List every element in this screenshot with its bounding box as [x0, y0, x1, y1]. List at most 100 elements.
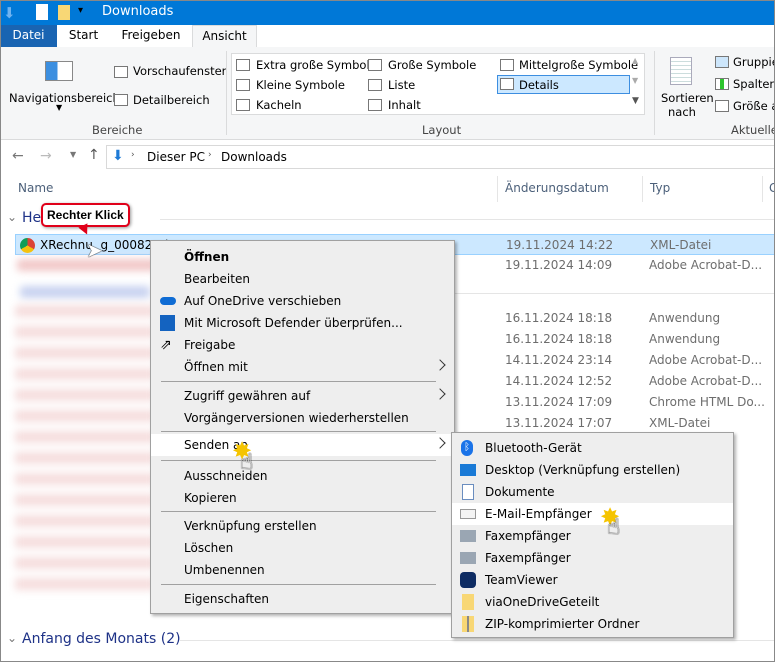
downloads-icon: ⬇: [112, 148, 124, 164]
layout-gallery: Extra große Symbole Große Symbole Mittel…: [231, 53, 645, 115]
gallery-scroll-up-icon[interactable]: ▲: [632, 56, 638, 65]
recent-dropdown-icon[interactable]: ▼: [70, 150, 76, 159]
send-to-documents[interactable]: Dokumente: [452, 481, 733, 503]
column-date[interactable]: Änderungsdatum: [505, 181, 609, 195]
quick-access-arrow-icon[interactable]: ⬇: [3, 4, 16, 22]
tab-freigeben[interactable]: Freigeben: [110, 25, 192, 47]
divider: [497, 176, 498, 202]
tab-start[interactable]: Start: [57, 25, 110, 47]
file-date: 13.11.2024 17:07: [505, 416, 613, 430]
tab-ansicht[interactable]: Ansicht: [192, 25, 257, 47]
menu-delete[interactable]: Löschen: [151, 537, 454, 559]
extra-large-icons-icon: [236, 59, 250, 71]
menu-restore-versions[interactable]: Vorgängerversionen wiederherstellen: [151, 407, 454, 429]
group-label-current-view: Aktuelle: [731, 123, 775, 137]
breadcrumb-downloads[interactable]: Downloads: [221, 150, 287, 164]
file-type: Anwendung: [649, 311, 721, 325]
chevron-right-icon: [434, 388, 446, 400]
menu-label: ZIP-komprimierter Ordner: [485, 617, 640, 631]
send-to-folder[interactable]: viaOneDriveGeteilt: [452, 591, 733, 613]
forward-icon[interactable]: →: [40, 148, 52, 164]
gallery-scroll-down-icon[interactable]: ▼: [632, 76, 638, 85]
column-name[interactable]: Name: [18, 181, 53, 195]
file-date: 19.11.2024 14:22: [506, 238, 614, 252]
send-to-zip[interactable]: ZIP-komprimierter Ordner: [452, 613, 733, 635]
send-to-submenu: ᛒ Bluetooth-Gerät Desktop (Verknüpfung er…: [451, 432, 734, 638]
menu-copy[interactable]: Kopieren: [151, 487, 454, 509]
file-date: 14.11.2024 12:52: [505, 374, 613, 388]
menu-send-to[interactable]: Senden an: [151, 434, 454, 456]
column-type[interactable]: Typ: [650, 181, 670, 195]
menu-share[interactable]: ⇗ Freigabe: [151, 334, 454, 356]
menu-label: Auf OneDrive verschieben: [184, 294, 342, 308]
details-pane-button[interactable]: Detailbereich: [133, 93, 210, 107]
layout-medium[interactable]: Mittelgroße Symbole: [519, 58, 638, 72]
group-collapse-icon[interactable]: ⌄: [7, 210, 17, 224]
menu-defender[interactable]: Mit Microsoft Defender überprüfen...: [151, 312, 454, 334]
layout-tiles[interactable]: Kacheln: [256, 98, 302, 112]
menu-rename[interactable]: Umbenennen: [151, 559, 454, 581]
back-icon[interactable]: ←: [12, 148, 24, 164]
menu-open[interactable]: Öffnen: [151, 246, 454, 268]
layout-large[interactable]: Große Symbole: [388, 58, 476, 72]
breadcrumb-this-pc[interactable]: Dieser PC: [147, 150, 205, 164]
menu-label: Dokumente: [485, 485, 555, 499]
navigation-pane-button[interactable]: Navigationsbereich ▼: [6, 59, 120, 119]
group-by-button[interactable]: Gruppie: [733, 55, 775, 69]
menu-label: Faxempfänger: [485, 551, 571, 565]
menu-create-shortcut[interactable]: Verknüpfung erstellen: [151, 515, 454, 537]
group-collapse-icon[interactable]: ⌄: [7, 631, 17, 645]
up-icon[interactable]: ↑: [88, 147, 100, 163]
content-icon: [368, 99, 382, 111]
customize-dropdown-icon[interactable]: ▾: [78, 5, 83, 16]
menu-cut[interactable]: Ausschneiden: [151, 465, 454, 487]
file-date: 16.11.2024 18:18: [505, 332, 613, 346]
hand-cursor-icon: ☝: [607, 515, 621, 540]
menu-properties[interactable]: Eigenschaften: [151, 588, 454, 610]
send-to-mail-recipient[interactable]: E-Mail-Empfänger: [452, 503, 733, 525]
menu-label: viaOneDriveGeteilt: [485, 595, 600, 609]
menu-label: Zugriff gewähren auf: [184, 389, 311, 403]
column-size[interactable]: G: [769, 181, 775, 195]
share-icon: ⇗: [160, 337, 172, 353]
send-to-fax-2[interactable]: Faxempfänger: [452, 547, 733, 569]
hand-cursor-icon: ☝: [240, 450, 254, 475]
gallery-expand-icon[interactable]: ▼: [632, 96, 639, 106]
ribbon: Navigationsbereich ▼ Vorschaufenster Det…: [0, 47, 775, 140]
preview-pane-button[interactable]: Vorschaufenster: [133, 64, 226, 78]
properties-icon[interactable]: [36, 4, 48, 20]
group-label-layout: Layout: [422, 123, 462, 137]
menu-separator: [161, 431, 436, 432]
menu-label: TeamViewer: [485, 573, 558, 587]
layout-content[interactable]: Inhalt: [388, 98, 421, 112]
tab-datei[interactable]: Datei: [0, 25, 57, 47]
divider: [160, 219, 775, 220]
send-to-bluetooth[interactable]: ᛒ Bluetooth-Gerät: [452, 437, 733, 459]
menu-separator: [161, 511, 436, 512]
breadcrumb-separator-icon: ›: [208, 150, 212, 160]
layout-extra-large[interactable]: Extra große Symbole: [256, 58, 377, 72]
layout-details[interactable]: Details: [497, 75, 630, 94]
divider: [455, 293, 775, 294]
sort-by-button[interactable]: Sortieren nach: [659, 55, 714, 119]
menu-edit[interactable]: Bearbeiten: [151, 268, 454, 290]
group-month[interactable]: Anfang des Monats (2): [22, 631, 181, 647]
menu-onedrive[interactable]: Auf OneDrive verschieben: [151, 290, 454, 312]
sort-label-2: nach: [668, 105, 696, 119]
send-to-teamviewer[interactable]: TeamViewer: [452, 569, 733, 591]
layout-small[interactable]: Kleine Symbole: [256, 78, 345, 92]
size-columns-button[interactable]: Größe a: [733, 99, 775, 113]
list-icon: [368, 79, 382, 91]
layout-list[interactable]: Liste: [388, 78, 415, 92]
menu-open-with[interactable]: Öffnen mit: [151, 356, 454, 378]
onedrive-icon: [160, 297, 176, 305]
menu-give-access[interactable]: Zugriff gewähren auf: [151, 385, 454, 407]
new-folder-icon[interactable]: [58, 5, 70, 20]
address-bar[interactable]: ⬇ › Dieser PC › Downloads: [106, 145, 775, 169]
send-to-desktop[interactable]: Desktop (Verknüpfung erstellen): [452, 459, 733, 481]
callout-text: Rechter Klick: [47, 208, 124, 222]
send-to-fax-1[interactable]: Faxempfänger: [452, 525, 733, 547]
chevron-right-icon: [434, 359, 446, 371]
group-today[interactable]: He: [22, 210, 41, 226]
add-columns-button[interactable]: Spalten: [733, 77, 775, 91]
